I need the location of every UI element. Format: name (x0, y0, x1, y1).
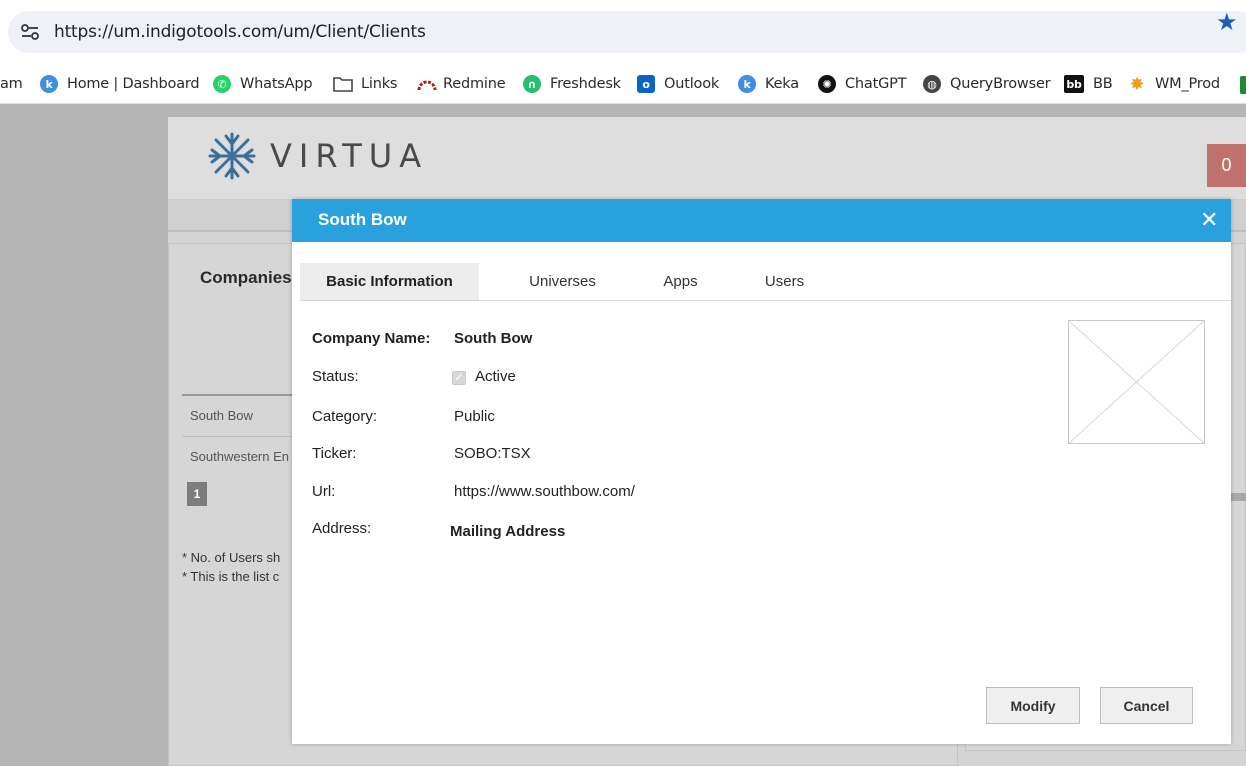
bookmark-querybrowser[interactable]: ◍ QueryBrowser (923, 70, 1051, 98)
bookmark-chatgpt[interactable]: ✺ ChatGPT (818, 70, 907, 98)
keka-icon: k (738, 75, 756, 93)
bookmark-label: WhatsApp (240, 76, 313, 92)
bookmark-overflow-icon[interactable] (1240, 76, 1246, 94)
address-bar[interactable]: https://um.indigotools.com/um/Client/Cli… (8, 11, 1246, 53)
bookmark-am[interactable]: am (0, 70, 23, 98)
address-label: Address: (312, 520, 372, 537)
virtua-logo: VIRTUA (206, 130, 428, 182)
bookmark-label: WM_Prod (1155, 76, 1220, 92)
pagination-page[interactable]: 1 (187, 482, 207, 506)
category-label: Category: (312, 408, 378, 425)
url-label: Url: (312, 483, 336, 500)
redmine-icon (417, 80, 437, 91)
browser-toolbar: https://um.indigotools.com/um/Client/Cli… (0, 0, 1246, 64)
company-name-label: Company Name: (312, 330, 431, 347)
bookmark-label: Outlook (664, 76, 720, 92)
notification-badge[interactable]: 0 (1207, 144, 1246, 187)
row-divider (182, 436, 294, 437)
bookmark-whatsapp[interactable]: ✆ WhatsApp (213, 70, 313, 98)
bookmark-label: am (0, 76, 23, 92)
outlook-icon: o (637, 75, 655, 93)
bookmark-wm-prod[interactable]: ✸ WM_Prod (1128, 70, 1221, 98)
footnote: * No. of Users sh (182, 550, 281, 565)
sun-icon: ✸ (1129, 73, 1145, 95)
tab-universes[interactable]: Universes (511, 263, 614, 300)
globe-icon: ◍ (923, 75, 941, 93)
footnote: * This is the list c (182, 569, 280, 584)
cancel-button[interactable]: Cancel (1100, 687, 1193, 724)
whatsapp-icon: ✆ (213, 75, 231, 93)
bookmark-label: QueryBrowser (950, 76, 1051, 92)
url-value[interactable]: https://www.southbow.com/ (454, 483, 635, 500)
companies-title: Companies (200, 268, 292, 287)
bookmark-outlook[interactable]: o Outlook (637, 70, 719, 98)
virtua-logo-icon (208, 132, 256, 180)
chatgpt-icon: ✺ (818, 75, 836, 93)
side-panel-divider (1231, 493, 1246, 501)
bookmark-freshdesk[interactable]: ∩ Freshdesk (523, 70, 621, 98)
ticker-value: SOBO:TSX (454, 445, 531, 462)
table-row[interactable]: Southwestern En (190, 449, 289, 464)
tab-users[interactable]: Users (747, 263, 822, 300)
bookmark-redmine[interactable]: Redmine (417, 70, 506, 98)
ticker-label: Ticker: (312, 445, 357, 462)
bookmark-label: Keka (765, 76, 799, 92)
keka-icon: k (40, 75, 58, 93)
status-checkbox[interactable]: ✓ (452, 371, 466, 385)
bb-icon: bb (1064, 75, 1084, 93)
logo-text: VIRTUA (270, 137, 429, 175)
folder-icon (333, 77, 353, 92)
url-text[interactable]: https://um.indigotools.com/um/Client/Cli… (54, 22, 426, 42)
status-label: Status: (312, 368, 359, 385)
bookmarks-bar: am k Home | Dashboard ✆ WhatsApp Links R… (0, 64, 1246, 104)
bookmark-keka[interactable]: k Keka (738, 70, 799, 98)
category-value: Public (454, 408, 495, 425)
bookmark-label: ChatGPT (845, 76, 907, 92)
bookmark-label: BB (1093, 76, 1113, 92)
modal-title: South Bow (318, 210, 407, 229)
bookmark-links[interactable]: Links (333, 70, 397, 98)
bookmark-label: Redmine (443, 76, 506, 92)
table-row[interactable]: South Bow (190, 408, 253, 423)
modify-button[interactable]: Modify (986, 687, 1080, 724)
bookmark-label: Links (361, 76, 398, 92)
tab-apps[interactable]: Apps (639, 263, 722, 300)
modal-tabs: Basic Information Universes Apps Users (300, 263, 1231, 301)
status-value: Active (475, 368, 516, 385)
bookmark-label: Home | Dashboard (67, 76, 200, 92)
tab-basic-information[interactable]: Basic Information (300, 263, 479, 300)
bookmark-home-dashboard[interactable]: k Home | Dashboard (40, 70, 200, 98)
modal-header: South Bow ✕ (292, 199, 1231, 242)
company-name-value: South Bow (454, 330, 533, 347)
company-logo-placeholder-icon[interactable] (1068, 320, 1205, 444)
bookmark-bb[interactable]: bb BB (1064, 70, 1113, 98)
freshdesk-icon: ∩ (523, 75, 541, 93)
close-icon[interactable]: ✕ (1200, 208, 1218, 232)
mailing-address-heading: Mailing Address (450, 523, 566, 540)
bookmark-label: Freshdesk (550, 76, 621, 92)
site-settings-icon[interactable] (20, 23, 40, 41)
table-header-rule (182, 394, 294, 396)
bookmark-star-icon[interactable]: ★ (1216, 8, 1238, 37)
company-details-modal: South Bow ✕ Basic Information Universes … (292, 199, 1231, 744)
